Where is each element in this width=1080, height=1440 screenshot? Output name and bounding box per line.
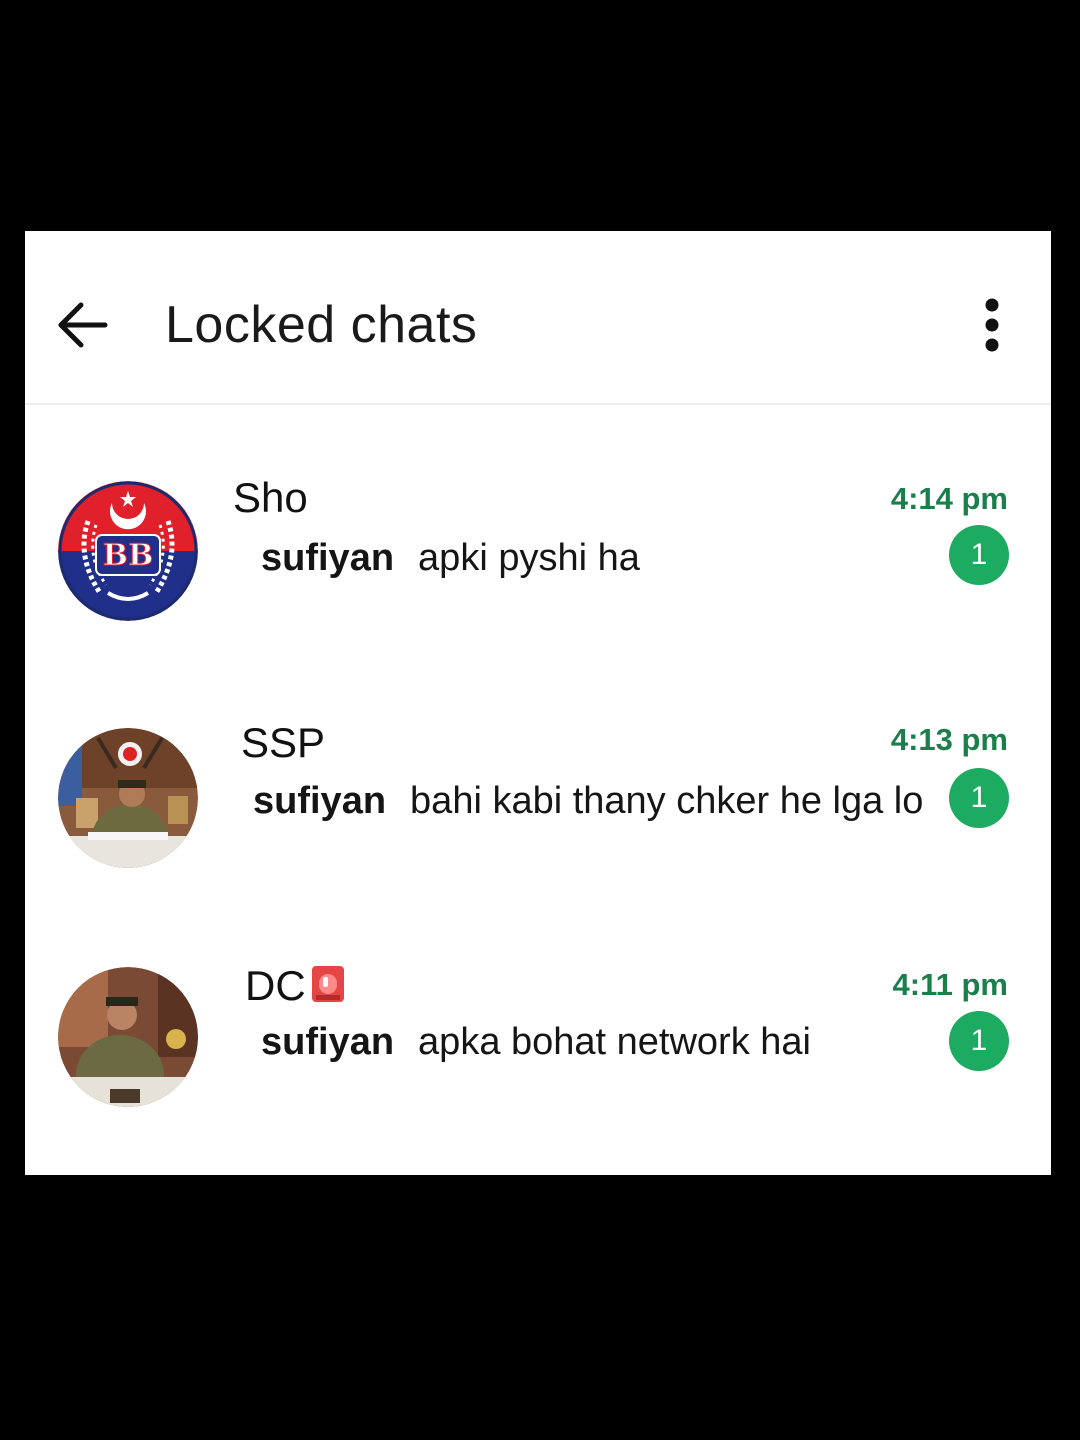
chat-row-sho[interactable]: BB Sho 4:14 pm sufiyan apki pyshi ha 1 <box>25 474 1051 641</box>
sender-name: sufiyan <box>261 537 395 579</box>
page-title: Locked chats <box>165 296 478 354</box>
officer-photo-avatar[interactable] <box>58 967 198 1107</box>
chat-row-ssp[interactable]: SSP 4:13 pm sufiyan bahi kabi thany chker… <box>25 719 1051 888</box>
unread-badge: 1 <box>949 525 1009 585</box>
app-bar: Locked chats <box>25 231 1051 405</box>
chat-row-dc[interactable]: DC 4:11 pm sufiyan apka bohat network hai… <box>25 962 1051 1127</box>
chat-time: 4:11 pm <box>892 967 1008 1002</box>
message-text: bahi kabi thany chker he lga lo <box>410 780 924 822</box>
message-preview: sufiyan apki pyshi ha <box>261 535 640 581</box>
more-vertical-icon <box>985 298 999 352</box>
police-emblem-avatar[interactable]: BB <box>58 481 198 621</box>
chat-name-text: DC <box>245 962 306 1009</box>
sender-name: sufiyan <box>253 780 387 822</box>
sender-name: sufiyan <box>261 1021 395 1063</box>
message-text: apki pyshi ha <box>418 537 640 579</box>
chat-time: 4:14 pm <box>890 481 1008 516</box>
unread-badge: 1 <box>949 1011 1009 1071</box>
chat-name: SSP <box>241 719 326 766</box>
svg-text:BB: BB <box>103 538 154 573</box>
unread-badge: 1 <box>949 768 1009 828</box>
message-text: apka bohat network hai <box>418 1021 811 1063</box>
chat-time: 4:13 pm <box>890 722 1008 757</box>
locked-chats-screen: Locked chats BB Sho 4:14 pm sufiyan apki… <box>25 231 1051 1175</box>
arrow-left-icon <box>58 302 108 348</box>
chat-name: DC <box>245 961 346 1011</box>
back-button[interactable] <box>53 295 113 355</box>
siren-icon <box>311 966 344 1002</box>
message-preview: sufiyan apka bohat network hai <box>261 1019 811 1065</box>
chat-name: Sho <box>233 474 308 521</box>
more-options-button[interactable] <box>975 295 1009 355</box>
officer-photo-avatar[interactable] <box>58 728 198 868</box>
message-preview: sufiyan bahi kabi thany chker he lga lo <box>253 778 923 824</box>
